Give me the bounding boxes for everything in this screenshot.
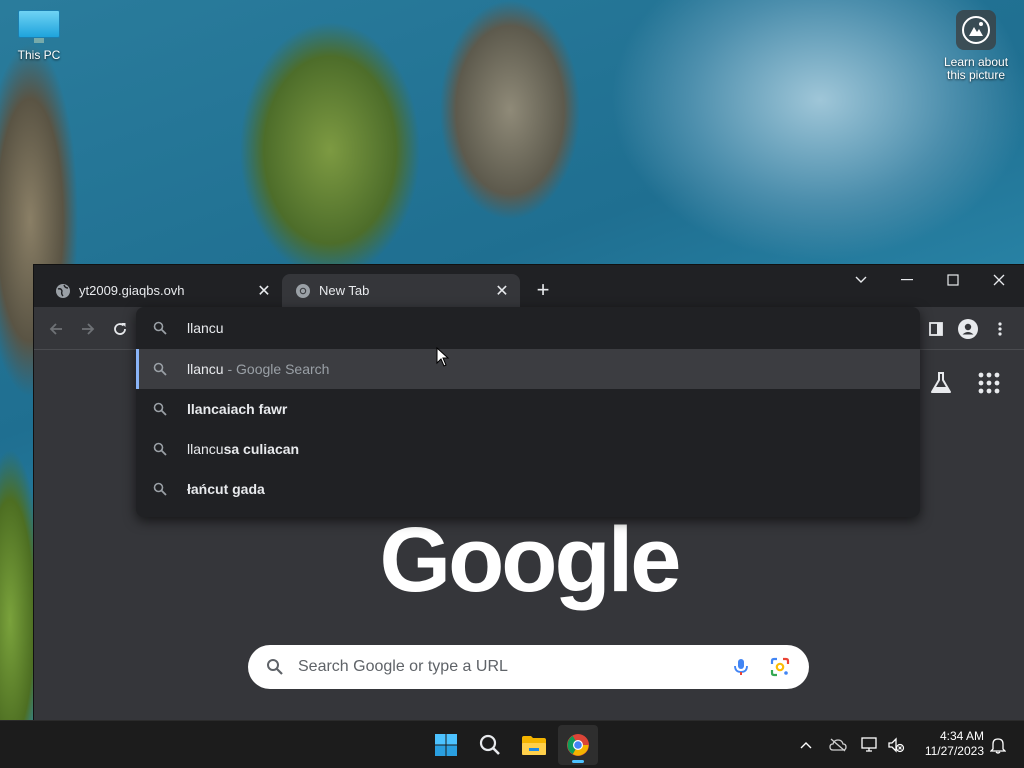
tab-strip: yt2009.giaqbs.ovh ✕ New Tab ✕ + bbox=[34, 265, 1024, 307]
start-button[interactable] bbox=[426, 725, 466, 765]
back-arrow-icon[interactable] bbox=[44, 317, 68, 341]
tab-yt2009[interactable]: yt2009.giaqbs.ovh ✕ bbox=[42, 274, 282, 307]
more-menu-icon[interactable] bbox=[988, 317, 1012, 341]
google-logo: Google bbox=[379, 509, 682, 611]
new-tab-plus-icon[interactable]: + bbox=[532, 279, 554, 301]
suggestion-completion: łańcut gada bbox=[187, 481, 265, 497]
globe-icon bbox=[55, 283, 71, 299]
omnibox-suggestion[interactable]: łańcut gada bbox=[136, 469, 920, 509]
search-icon bbox=[152, 441, 168, 457]
clock-time: 4:34 AM bbox=[939, 729, 984, 743]
suggestion-query: llancu bbox=[187, 441, 224, 457]
desktop-icon-label: Learn about this picture bbox=[943, 55, 1009, 82]
show-hidden-icons-chevron-icon[interactable] bbox=[794, 733, 818, 757]
close-tab-icon[interactable]: ✕ bbox=[254, 281, 274, 301]
minimize-icon[interactable] bbox=[884, 265, 930, 295]
omnibox-suggestion[interactable]: llancu - Google Search bbox=[136, 349, 920, 389]
desktop-icon-label: This PC bbox=[17, 48, 61, 62]
search-icon bbox=[152, 401, 168, 417]
network-icon[interactable] bbox=[858, 733, 882, 757]
tab-new-tab[interactable]: New Tab ✕ bbox=[282, 274, 520, 307]
clock-date: 11/27/2023 bbox=[924, 744, 984, 758]
onedrive-cloud-icon[interactable] bbox=[826, 733, 850, 757]
mouse-pointer-icon bbox=[436, 347, 450, 367]
taskbar-search-button[interactable] bbox=[470, 725, 510, 765]
google-lens-icon[interactable] bbox=[769, 656, 791, 678]
monitor-icon bbox=[18, 10, 60, 44]
file-explorer-button[interactable] bbox=[514, 725, 554, 765]
ntp-search-placeholder: Search Google or type a URL bbox=[298, 658, 508, 675]
folder-icon bbox=[522, 736, 546, 755]
tab-title: New Tab bbox=[319, 283, 370, 298]
suggestion-completion: sa culiacan bbox=[223, 441, 300, 457]
active-app-indicator bbox=[572, 760, 584, 763]
profile-avatar-icon[interactable] bbox=[956, 317, 980, 341]
chrome-taskbar-button[interactable] bbox=[558, 725, 598, 765]
windows-logo-icon bbox=[435, 734, 457, 756]
chrome-labs-flask-icon[interactable] bbox=[928, 370, 954, 396]
forward-arrow-icon[interactable] bbox=[76, 317, 100, 341]
ntp-search-box[interactable]: Search Google or type a URL bbox=[248, 645, 809, 689]
side-panel-icon[interactable] bbox=[924, 317, 948, 341]
reload-icon[interactable] bbox=[108, 317, 132, 341]
microphone-icon[interactable] bbox=[731, 657, 751, 677]
omnibox-input[interactable]: llancu bbox=[187, 320, 224, 336]
chrome-logo-icon bbox=[567, 734, 589, 756]
windows-taskbar: 4:34 AM 11/27/2023 bbox=[0, 720, 1024, 768]
search-icon bbox=[152, 481, 168, 497]
tab-search-chevron-icon[interactable] bbox=[838, 265, 884, 295]
suggestion-query: llancu bbox=[187, 361, 224, 377]
learn-about-picture-desktop-icon[interactable]: Learn about this picture bbox=[938, 10, 1014, 82]
this-pc-desktop-icon[interactable]: This PC bbox=[8, 10, 70, 62]
notification-bell-icon[interactable] bbox=[986, 733, 1010, 757]
close-tab-icon[interactable]: ✕ bbox=[492, 281, 512, 301]
search-icon bbox=[152, 361, 168, 377]
omnibox-suggestion[interactable]: llancaiach fawr bbox=[136, 389, 920, 429]
suggestion-description: - Google Search bbox=[223, 361, 330, 377]
omnibox-input-row[interactable]: llancu bbox=[136, 307, 920, 349]
chrome-icon bbox=[295, 283, 311, 299]
volume-muted-icon[interactable] bbox=[884, 733, 908, 757]
search-icon bbox=[152, 320, 168, 336]
search-icon bbox=[267, 659, 283, 675]
maximize-icon[interactable] bbox=[930, 265, 976, 295]
google-apps-grid-icon[interactable] bbox=[976, 370, 1002, 396]
tab-title: yt2009.giaqbs.ovh bbox=[79, 283, 185, 298]
search-icon bbox=[479, 734, 500, 755]
omnibox-dropdown: llancu llancu - Google Search llancaiach… bbox=[136, 307, 920, 517]
camera-icon bbox=[956, 10, 996, 50]
suggestion-completion: llancaiach fawr bbox=[187, 401, 288, 417]
close-window-icon[interactable] bbox=[976, 265, 1022, 295]
system-clock[interactable]: 4:34 AM 11/27/2023 bbox=[914, 729, 984, 759]
omnibox-suggestion[interactable]: llancu sa culiacan bbox=[136, 429, 920, 469]
